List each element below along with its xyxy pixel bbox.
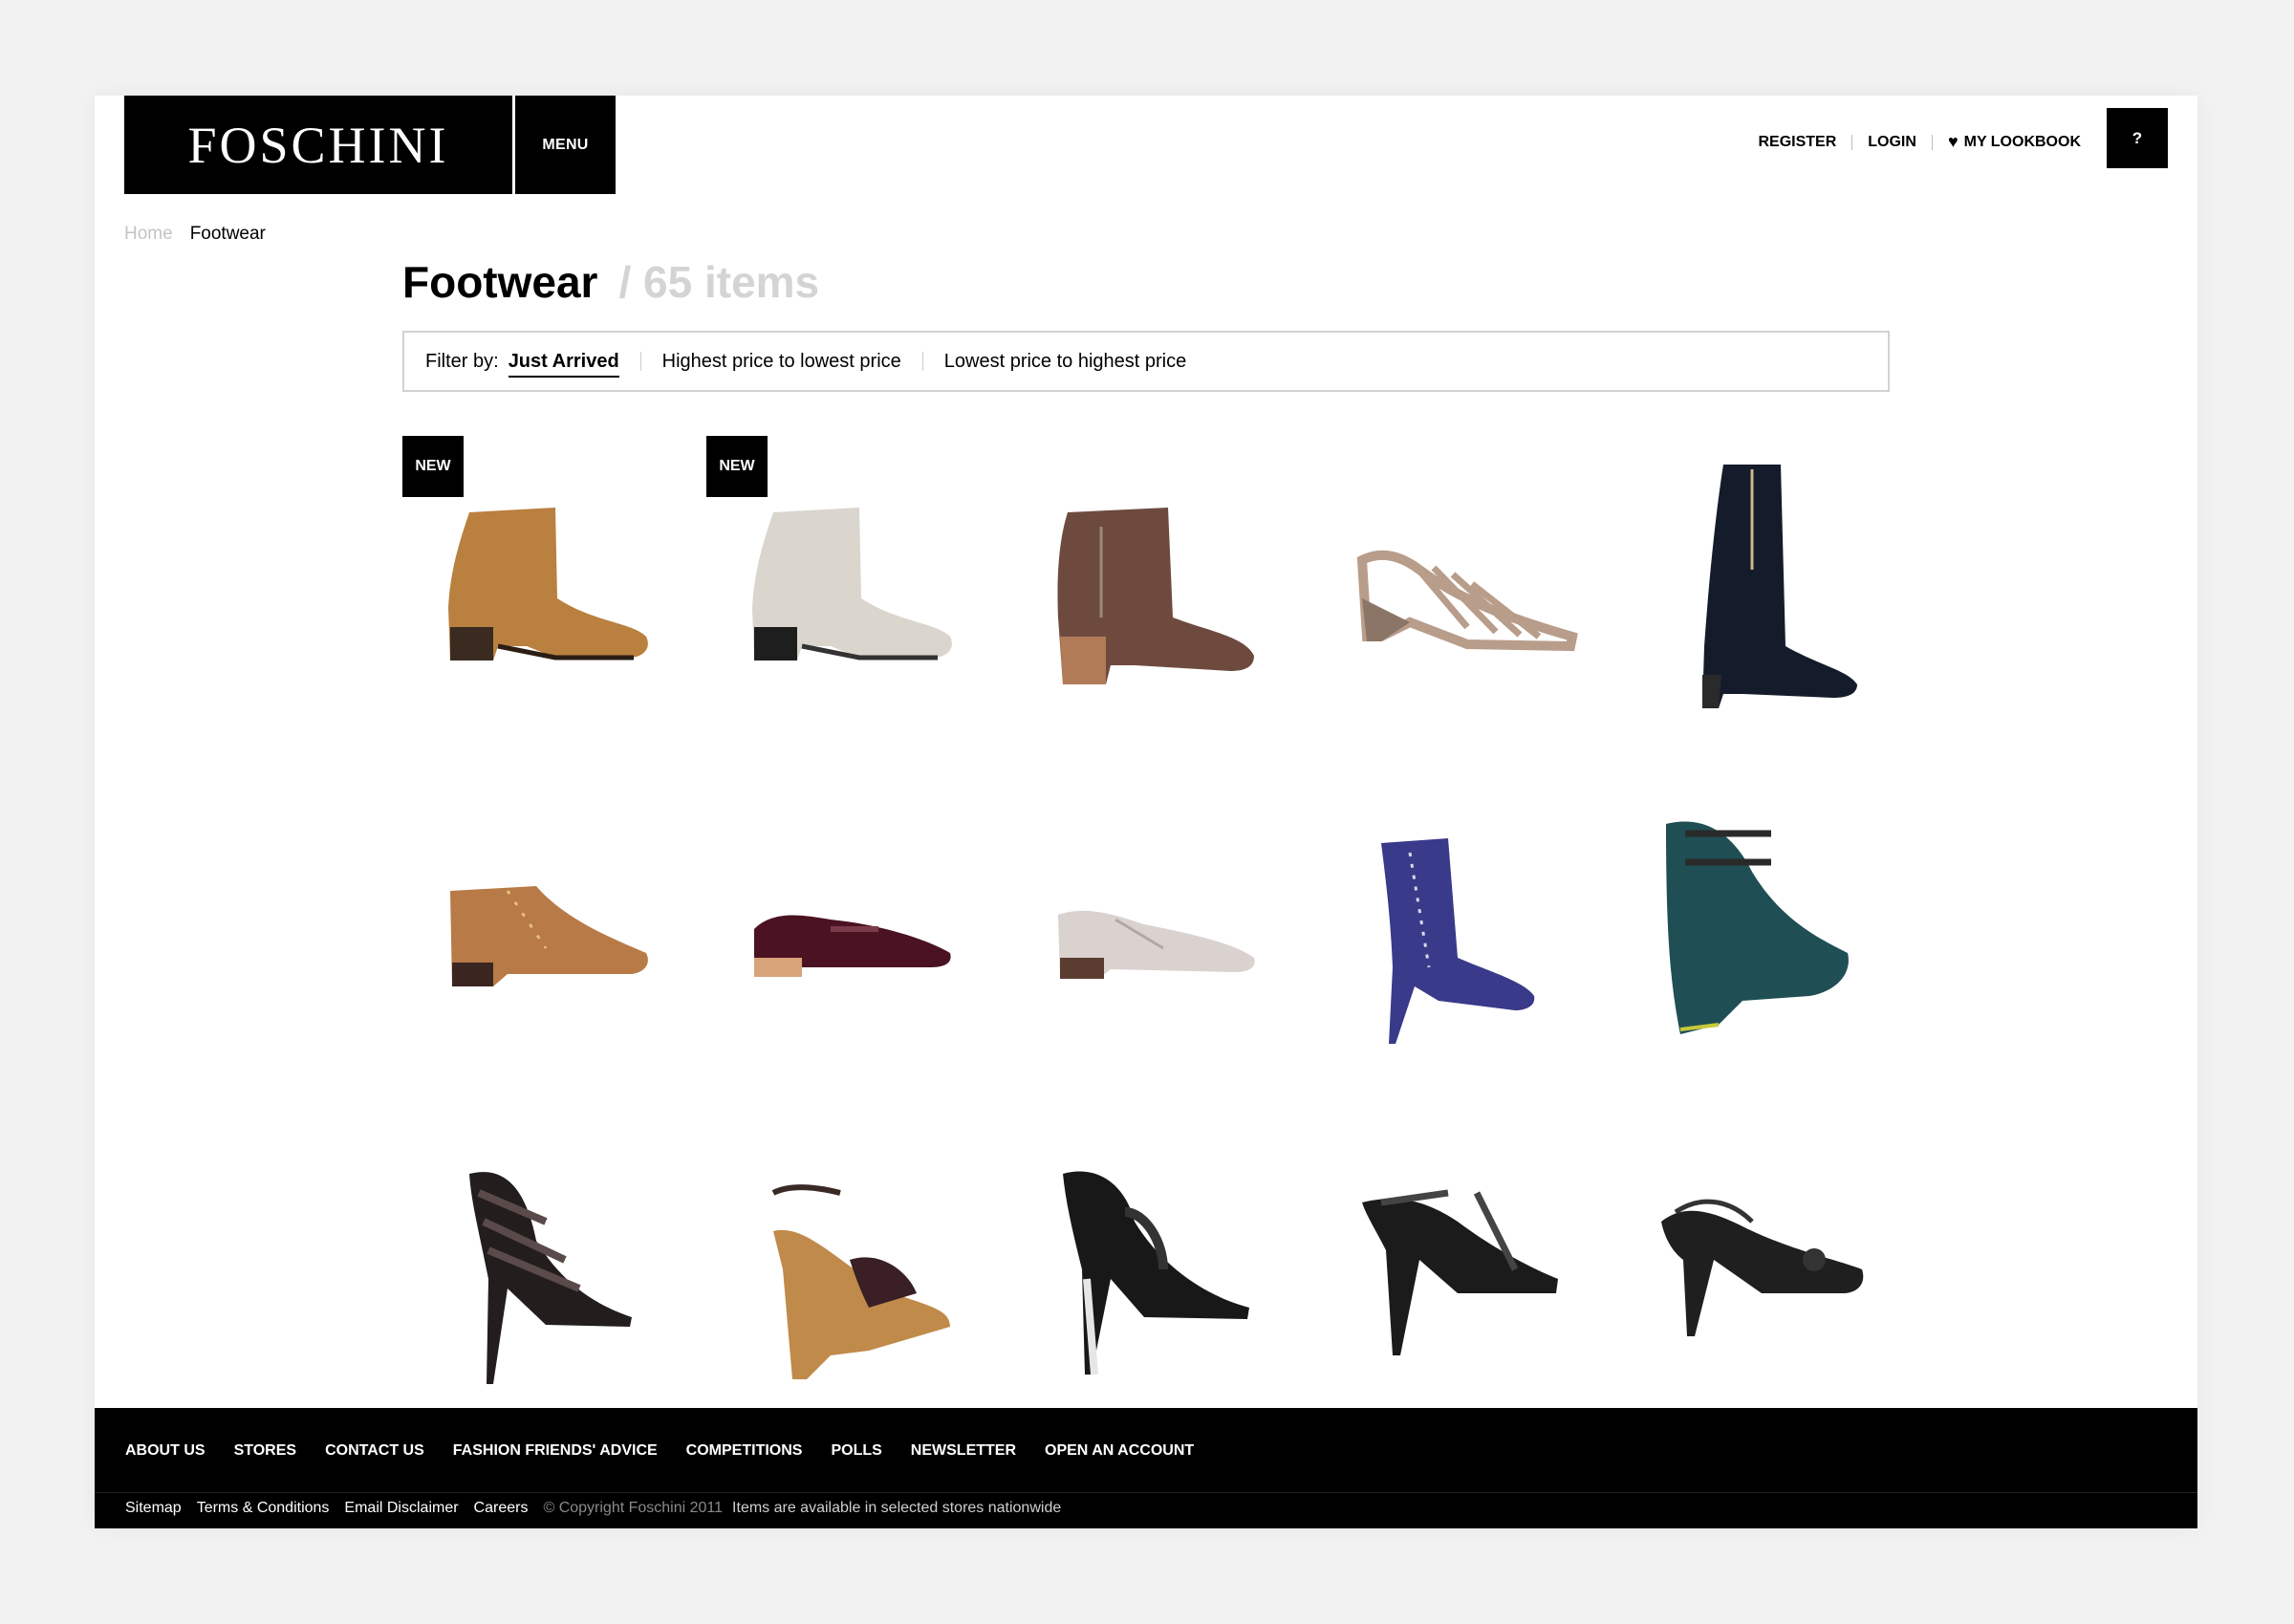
menu-button[interactable]: MENU	[515, 96, 616, 194]
burgundy-patent-loafer-image	[754, 915, 951, 977]
product-tile[interactable]	[1618, 436, 1922, 776]
logo-text: FOSCHINI	[187, 116, 449, 174]
breadcrumb: Home Footwear	[124, 224, 266, 245]
teal-platform-wedge-image	[1666, 821, 1849, 1034]
stone-loafer-image	[1058, 910, 1255, 979]
page: FOSCHINI MENU REGISTER LOGIN ♥ MY LOOKBO…	[95, 96, 2197, 1528]
wooden-platform-sandal-image	[771, 1184, 950, 1379]
availability-note: Items are available in selected stores n…	[732, 1500, 1062, 1516]
title-row: Footwear / 65 items	[402, 256, 819, 308]
brown-ankle-boot-image	[1057, 508, 1254, 684]
footer-link-email-disclaimer[interactable]: Email Disclaimer	[344, 1500, 458, 1517]
filter-price-high-low[interactable]: Highest price to lowest price	[662, 351, 901, 373]
black-white-heel-sandal-image	[1063, 1171, 1249, 1375]
product-tile[interactable]	[1314, 436, 1618, 776]
product-tile[interactable]: NEW	[402, 436, 706, 776]
product-tile[interactable]	[1010, 776, 1314, 1116]
filter-divider	[921, 352, 923, 371]
product-tile[interactable]	[402, 1116, 706, 1457]
filter-divider	[639, 352, 641, 371]
black-slingback-peep-toe-image	[1661, 1199, 1864, 1336]
black-knee-boot-image	[1702, 465, 1857, 708]
product-tile[interactable]	[1010, 436, 1314, 776]
new-badge: NEW	[402, 436, 464, 497]
black-strappy-heel-image	[469, 1172, 632, 1384]
blue-heeled-boot-image	[1381, 838, 1535, 1044]
filter-just-arrived[interactable]: Just Arrived	[508, 351, 619, 378]
footer-link-polls[interactable]: POLLS	[831, 1442, 881, 1460]
filter-label: Filter by:	[425, 350, 499, 372]
breadcrumb-home[interactable]: Home	[124, 224, 173, 245]
product-tile[interactable]	[1314, 776, 1618, 1116]
product-tile[interactable]	[1618, 776, 1922, 1116]
footer-link-competitions[interactable]: COMPETITIONS	[686, 1442, 803, 1460]
footer-link-open-account[interactable]: OPEN AN ACCOUNT	[1045, 1442, 1194, 1460]
page-title: Footwear	[402, 257, 598, 307]
footer-link-stores[interactable]: STORES	[234, 1442, 297, 1460]
login-link[interactable]: LOGIN	[1868, 134, 1916, 151]
footer-link-careers[interactable]: Careers	[474, 1500, 529, 1517]
item-count: / 65 items	[618, 257, 820, 307]
taupe-strappy-wedge-image	[1356, 550, 1578, 652]
cognac-lace-up-boot-image	[450, 886, 648, 986]
footer-link-terms[interactable]: Terms & Conditions	[197, 1500, 330, 1517]
footer-link-newsletter[interactable]: NEWSLETTER	[911, 1442, 1016, 1460]
heart-icon: ♥	[1947, 132, 1959, 151]
product-tile[interactable]	[706, 1116, 1010, 1457]
footer-nav: ABOUT US STORES CONTACT US FASHION FRIEN…	[125, 1442, 1194, 1460]
help-button[interactable]: ?	[2107, 108, 2168, 168]
black-t-bar-heel-image	[1362, 1189, 1558, 1355]
product-tile[interactable]	[1010, 1116, 1314, 1457]
product-tile[interactable]	[1314, 1116, 1618, 1457]
product-tile[interactable]	[1618, 1116, 1922, 1457]
footer-link-about-us[interactable]: ABOUT US	[125, 1442, 206, 1460]
footer-link-contact-us[interactable]: CONTACT US	[325, 1442, 424, 1460]
footer-link-sitemap[interactable]: Sitemap	[125, 1500, 182, 1517]
footer-link-fashion-advice[interactable]: FASHION FRIENDS' ADVICE	[453, 1442, 658, 1460]
product-tile[interactable]	[402, 776, 706, 1116]
register-link[interactable]: REGISTER	[1758, 134, 1836, 151]
account-nav: REGISTER LOGIN ♥ MY LOOKBOOK	[1758, 132, 2081, 152]
footer-bottom: Sitemap Terms & Conditions Email Disclai…	[125, 1500, 1061, 1517]
footer: ABOUT US STORES CONTACT US FASHION FRIEN…	[95, 1408, 2197, 1528]
new-badge: NEW	[706, 436, 768, 497]
product-tile[interactable]	[706, 776, 1010, 1116]
breadcrumb-current: Footwear	[189, 224, 266, 244]
filter-bar: Filter by: Just Arrived Highest price to…	[402, 331, 1890, 392]
copyright-text: © Copyright Foschini 2011	[543, 1500, 724, 1516]
footer-divider	[95, 1492, 2197, 1493]
nav-divider	[1851, 134, 1853, 150]
nav-divider	[1931, 134, 1933, 150]
filter-price-low-high[interactable]: Lowest price to highest price	[944, 351, 1186, 373]
foschini-logo[interactable]: FOSCHINI	[124, 96, 512, 194]
lookbook-label: MY LOOKBOOK	[1963, 133, 2081, 150]
lookbook-link[interactable]: ♥ MY LOOKBOOK	[1948, 132, 2081, 152]
product-tile[interactable]: NEW	[706, 436, 1010, 776]
product-grid: NEW NEW	[402, 436, 1916, 1457]
